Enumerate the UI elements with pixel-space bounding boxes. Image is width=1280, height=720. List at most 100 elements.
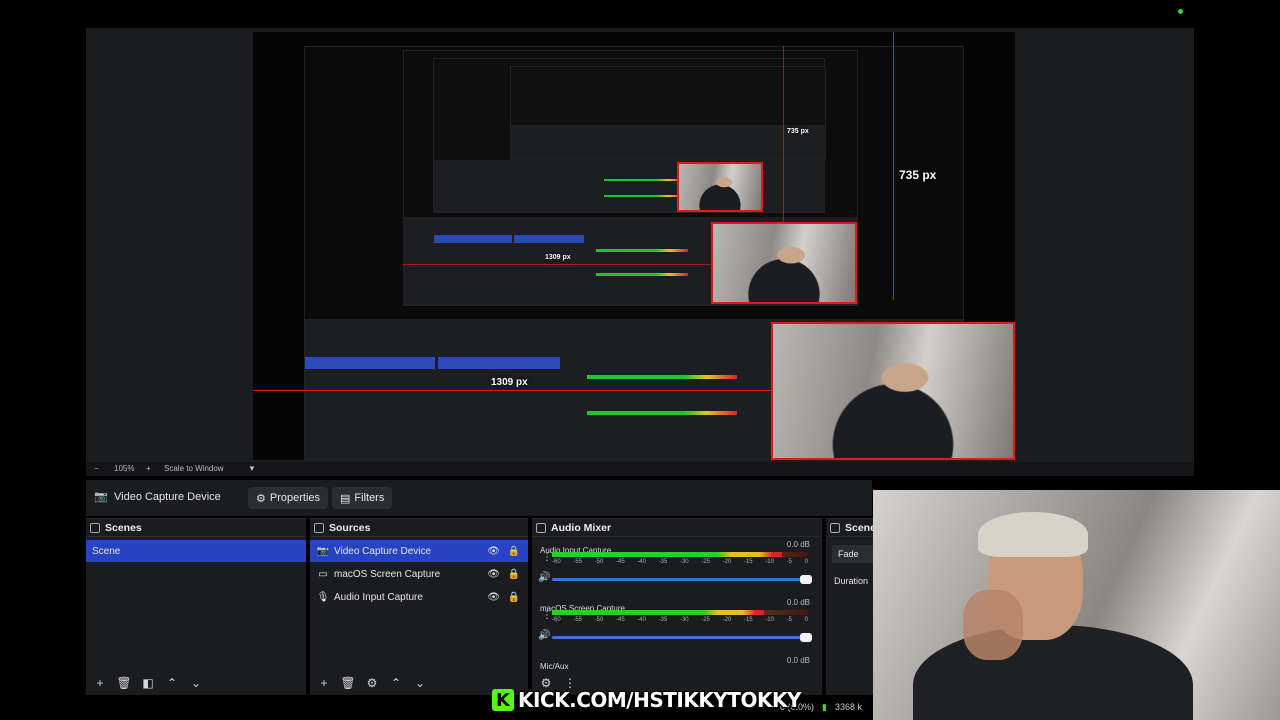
scale-to-window[interactable]: Scale to Window bbox=[164, 464, 224, 473]
monitor-icon: ▭ bbox=[318, 568, 328, 580]
lock-icon[interactable]: 🔒 bbox=[508, 569, 520, 580]
webcam-overlay bbox=[873, 490, 1280, 720]
meter-tick-label: -5 bbox=[786, 559, 792, 565]
move-down-button[interactable]: ⌄ bbox=[408, 672, 432, 694]
transition-value: Fade bbox=[838, 549, 859, 559]
status-indicator-dot bbox=[1178, 9, 1183, 14]
meter-tick-label: -15 bbox=[743, 617, 753, 623]
height-dimension-label: 735 px bbox=[899, 168, 937, 182]
meter-tick-label: -15 bbox=[743, 559, 753, 565]
source-item-audio-input[interactable]: 🎙 Audio Input Capture 👁 🔒 bbox=[310, 586, 528, 608]
properties-button[interactable]: ⚙ Properties bbox=[248, 487, 329, 509]
source-properties-button[interactable]: ⚙ bbox=[360, 672, 384, 694]
width-dimension-label-nested: 1309 px bbox=[545, 254, 571, 261]
dock-icon bbox=[90, 522, 100, 533]
speaker-icon[interactable]: 🔊 bbox=[538, 630, 550, 641]
scene-filters-button[interactable]: ◧ bbox=[136, 672, 160, 694]
audio-mixer-title: Audio Mixer bbox=[551, 521, 612, 534]
add-source-button[interactable]: + bbox=[312, 672, 336, 694]
dock-icon bbox=[536, 522, 546, 533]
meter-tick-label: -30 bbox=[679, 617, 689, 623]
scale-dropdown-icon[interactable]: ▼ bbox=[248, 464, 256, 473]
volume-slider-handle[interactable] bbox=[800, 575, 812, 584]
volume-slider[interactable] bbox=[552, 575, 812, 584]
meter-tick-label: -50 bbox=[594, 559, 604, 565]
scene-item[interactable]: Scene bbox=[86, 540, 306, 562]
zoom-out-button[interactable]: − bbox=[94, 464, 99, 473]
meter-tick-label: -20 bbox=[722, 617, 732, 623]
zoom-in-button[interactable]: + bbox=[146, 464, 151, 473]
meter-tick-label: -35 bbox=[658, 617, 668, 623]
meter-tick-label: 0 bbox=[804, 559, 808, 565]
source-label: Video Capture Device bbox=[334, 545, 432, 557]
sources-dock-header[interactable]: Sources bbox=[310, 519, 528, 537]
remove-source-button[interactable]: 🗑 bbox=[336, 672, 360, 694]
meter-tick-label: -40 bbox=[637, 617, 646, 623]
lock-icon[interactable]: 🔒 bbox=[508, 592, 520, 603]
channel-db: 0.0 dB bbox=[786, 656, 810, 665]
meter-tick-label: -40 bbox=[637, 559, 646, 565]
volume-slider[interactable] bbox=[552, 633, 812, 642]
audio-mixer-header[interactable]: Audio Mixer bbox=[532, 519, 822, 537]
volume-meter bbox=[552, 610, 808, 615]
scenes-dock-header[interactable]: Scenes bbox=[86, 519, 306, 537]
meter-tick-label: -5 bbox=[786, 617, 792, 623]
remove-scene-button[interactable]: 🗑 bbox=[112, 672, 136, 694]
filter-icon: ▤ bbox=[340, 492, 351, 505]
move-down-button[interactable]: ⌄ bbox=[184, 672, 208, 694]
visibility-eye-icon[interactable]: 👁 bbox=[487, 592, 500, 603]
channel-db: 0.0 dB bbox=[786, 540, 810, 549]
meter-fill bbox=[552, 552, 783, 557]
sources-dock: Sources 📷 Video Capture Device 👁 🔒 ▭ mac… bbox=[310, 518, 528, 695]
meter-tick-label: -35 bbox=[658, 559, 668, 565]
visibility-eye-icon[interactable]: 👁 bbox=[487, 546, 500, 557]
channel-menu-icon[interactable]: ⋮ bbox=[542, 610, 552, 621]
source-item-screen-capture[interactable]: ▭ macOS Screen Capture 👁 🔒 bbox=[310, 563, 528, 585]
dock-icon bbox=[830, 522, 840, 533]
visibility-eye-icon[interactable]: 👁 bbox=[487, 569, 500, 580]
selected-source-name: Video Capture Device bbox=[114, 491, 221, 503]
source-context-bar: 📷 Video Capture Device ⚙ Properties ▤ Fi… bbox=[86, 480, 872, 516]
preview-canvas[interactable]: 735 px 735 px 1309 px 1309 px bbox=[253, 32, 1015, 460]
lock-icon[interactable]: 🔒 bbox=[508, 546, 520, 557]
dock-icon bbox=[314, 522, 324, 533]
width-dimension-label: 1309 px bbox=[491, 377, 528, 388]
nested-screen-4 bbox=[510, 66, 826, 160]
meter-tick-label: -45 bbox=[615, 617, 625, 623]
move-up-button[interactable]: ⌃ bbox=[160, 672, 184, 694]
meter-tick-label: -45 bbox=[615, 559, 625, 565]
channel-menu-icon[interactable]: ⋮ bbox=[542, 552, 552, 563]
mixer-channel: Mic/Aux 0.0 dB bbox=[532, 654, 822, 671]
move-up-button[interactable]: ⌃ bbox=[384, 672, 408, 694]
guide-line-horizontal bbox=[253, 390, 771, 391]
meter-tick-label: -50 bbox=[594, 617, 604, 623]
audio-mixer-dock: Audio Mixer Audio Input Capture 0.0 dB ⋮… bbox=[532, 518, 822, 695]
meter-tick-label: -20 bbox=[722, 559, 732, 565]
source-item-video-capture[interactable]: 📷 Video Capture Device 👁 🔒 bbox=[310, 540, 528, 562]
meter-tick-label: -60 bbox=[552, 617, 561, 623]
channel-db: 0.0 dB bbox=[786, 598, 810, 607]
signal-icon: ▮ bbox=[822, 702, 827, 712]
meter-scale: -60 -55 -50 -45 -40 -35 -30 -25 -20 -15 -10 -5 0 bbox=[552, 559, 808, 565]
guide-line-vertical-inner bbox=[783, 46, 784, 224]
filters-button[interactable]: ▤ Filters bbox=[332, 487, 393, 509]
meter-tick-label: -30 bbox=[679, 559, 689, 565]
meter-tick-label: -55 bbox=[573, 559, 582, 565]
source-label: macOS Screen Capture bbox=[334, 568, 441, 580]
mixer-channel: Audio Input Capture 0.0 dB ⋮ -60 -55 -50 -4… bbox=[532, 538, 822, 596]
add-scene-button[interactable]: + bbox=[88, 672, 112, 694]
volume-slider-handle[interactable] bbox=[800, 633, 812, 642]
kick-watermark: K KICK.COM/HSTIKKYTOKKY bbox=[492, 687, 801, 713]
scenes-title: Scenes bbox=[105, 521, 142, 534]
properties-label: Properties bbox=[269, 492, 321, 504]
preview-zoom-bar: − 105% + Scale to Window ▼ bbox=[86, 462, 1194, 476]
meter-tick-label: -10 bbox=[765, 617, 774, 623]
gear-icon: ⚙ bbox=[256, 492, 266, 505]
meter-tick-label: -25 bbox=[701, 617, 710, 623]
duration-label: Duration bbox=[834, 576, 869, 586]
height-dimension-label-nested: 735 px bbox=[787, 128, 809, 135]
speaker-icon[interactable]: 🔊 bbox=[538, 572, 550, 583]
video-capture-device-frame[interactable] bbox=[771, 322, 1015, 460]
bitrate: 3368 k bbox=[834, 702, 862, 712]
camera-icon: 📷 bbox=[316, 545, 330, 557]
